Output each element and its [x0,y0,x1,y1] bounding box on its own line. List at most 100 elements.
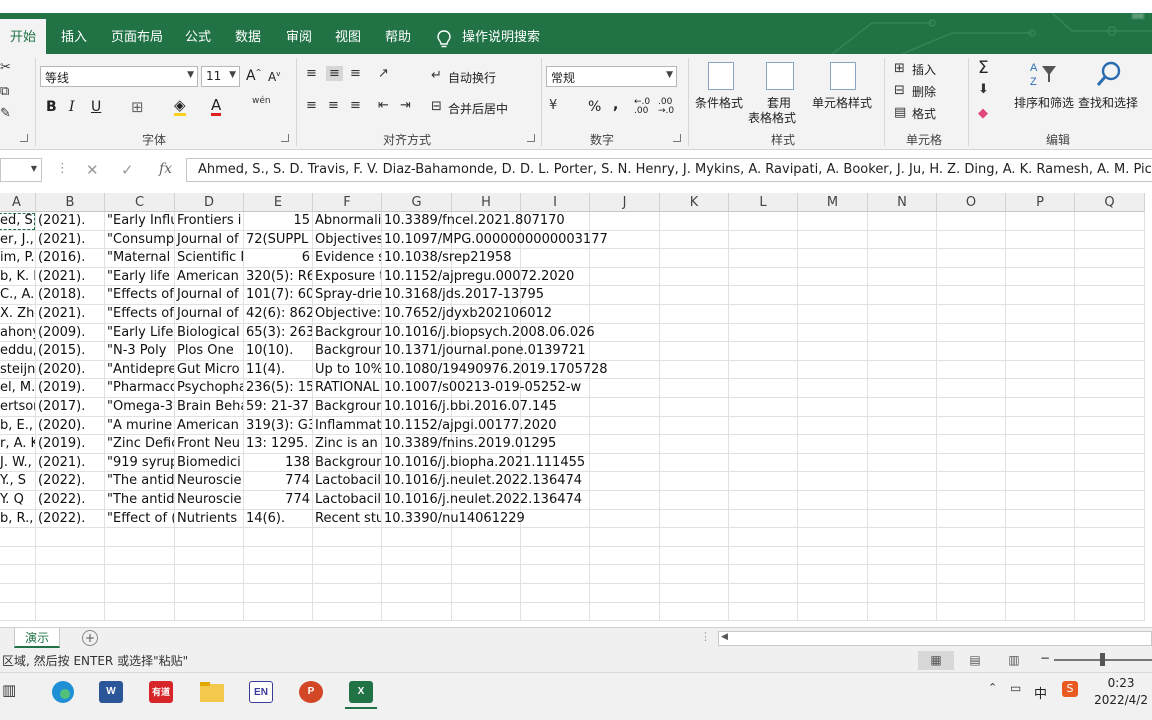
table-cell[interactable]: (2009). [36,323,105,343]
table-cell[interactable] [521,528,590,547]
table-cell[interactable] [1075,286,1145,305]
table-cell[interactable] [590,305,660,324]
table-cell[interactable] [660,584,729,603]
table-cell[interactable]: (2019). [36,379,105,398]
table-cell[interactable]: ertson [0,398,36,417]
font-size-combo[interactable]: 11 ▼ [201,66,240,87]
table-cell[interactable] [798,342,868,361]
table-cell[interactable] [590,267,660,287]
column-header-l[interactable]: L [729,193,798,212]
table-cell[interactable] [868,342,937,361]
table-cell[interactable]: (2021). [36,267,105,287]
column-header-a[interactable]: A [0,193,36,212]
table-cell[interactable] [590,379,660,398]
table-cell[interactable] [521,584,590,603]
table-cell[interactable] [36,546,105,566]
table-cell[interactable] [798,528,868,547]
clipboard-launcher[interactable] [20,134,28,142]
table-cell[interactable]: 10.3168/jds.2017-13795 [382,286,544,305]
column-header-g[interactable]: G [382,193,452,212]
table-cell[interactable]: Journal of [175,305,244,324]
format-painter-icon[interactable]: ✎ [0,106,11,121]
table-cell[interactable] [729,584,798,603]
align-center-icon[interactable]: ≡ [328,98,339,113]
table-cell[interactable] [1006,230,1075,250]
clear-icon[interactable]: ◆ [978,106,988,121]
table-cell[interactable] [105,565,175,584]
edge-browser-icon[interactable] [50,679,76,705]
table-cell[interactable]: Y. Q [0,491,36,510]
table-cell[interactable] [868,584,937,603]
table-cell[interactable]: "Pharmaco [105,379,175,398]
table-cell[interactable] [590,472,660,491]
table-cell[interactable] [798,323,868,343]
shrink-font-icon[interactable]: Av [268,70,280,84]
horizontal-scrollbar[interactable]: ◀ [718,631,1152,646]
table-cell[interactable]: "The antid [105,472,175,491]
table-cell[interactable]: steijn, [0,360,36,380]
table-cell[interactable] [590,453,660,473]
table-cell[interactable] [1075,584,1145,603]
table-cell[interactable]: eddu, [0,342,36,361]
table-cell[interactable]: b, R., Y [0,509,36,529]
format-cells-button[interactable]: 格式 [912,105,936,122]
table-cell[interactable] [1075,342,1145,361]
table-cell[interactable] [868,416,937,436]
table-cell[interactable] [660,323,729,343]
table-cell[interactable] [1006,379,1075,398]
table-cell[interactable] [1006,249,1075,268]
scroll-left-icon[interactable]: ◀ [721,632,728,642]
table-cell[interactable] [937,435,1006,454]
tray-chevron-up-icon[interactable]: ⌃ [988,681,997,694]
table-cell[interactable]: Backgroun [313,453,382,473]
font-launcher[interactable] [281,134,289,142]
table-cell[interactable] [868,230,937,250]
table-cell[interactable]: 10.1038/srep21958 [382,249,512,268]
font-color-icon[interactable]: A [211,98,222,116]
table-cell[interactable] [868,453,937,473]
table-cell[interactable]: Journal of [175,230,244,250]
table-cell[interactable] [175,528,244,547]
table-cell[interactable] [313,546,382,566]
name-box[interactable]: ▼ [0,158,42,182]
table-cell[interactable]: "Maternal [105,249,175,268]
table-cell[interactable] [798,398,868,417]
table-cell[interactable]: Objectives [313,230,382,250]
table-cell[interactable] [175,546,244,566]
table-cell[interactable] [1006,602,1075,622]
more-options-icon[interactable]: ⋮ [56,161,69,176]
table-cell[interactable] [1006,435,1075,454]
table-cell[interactable] [1075,472,1145,491]
table-cell[interactable]: J. W., [0,453,36,473]
sogou-icon[interactable]: S [1062,681,1078,697]
table-cell[interactable] [729,546,798,566]
underline-icon[interactable]: U [91,99,101,115]
table-cell[interactable]: 774 [244,472,313,491]
table-cell[interactable]: Recent stu [313,509,382,529]
table-cell[interactable] [729,286,798,305]
table-cell[interactable]: (2022). [36,472,105,491]
page-layout-view-icon[interactable]: ▤ [957,651,993,670]
table-cell[interactable] [937,249,1006,268]
table-cell[interactable] [868,602,937,622]
table-cell[interactable] [313,602,382,622]
table-cell[interactable] [729,416,798,436]
table-cell[interactable]: er, J., ' [0,230,36,250]
table-cell[interactable] [937,416,1006,436]
table-cell[interactable] [937,286,1006,305]
table-cell[interactable]: b, K. M [0,267,36,287]
table-cell[interactable]: 10.1016/j.bbi.2016.07.145 [382,398,557,417]
table-cell[interactable] [244,602,313,622]
table-cell[interactable] [729,267,798,287]
table-cell[interactable] [452,546,521,566]
table-cell[interactable] [521,546,590,566]
table-cell[interactable]: 15 [244,212,313,231]
table-cell[interactable] [452,565,521,584]
table-cell[interactable] [175,584,244,603]
cancel-icon[interactable]: ✕ [86,161,99,179]
comma-button[interactable]: , [613,97,618,113]
table-cell[interactable] [937,212,1006,231]
table-cell[interactable]: (2021). [36,212,105,231]
table-cell[interactable] [36,528,105,547]
table-cell[interactable]: Spray-drie [313,286,382,305]
